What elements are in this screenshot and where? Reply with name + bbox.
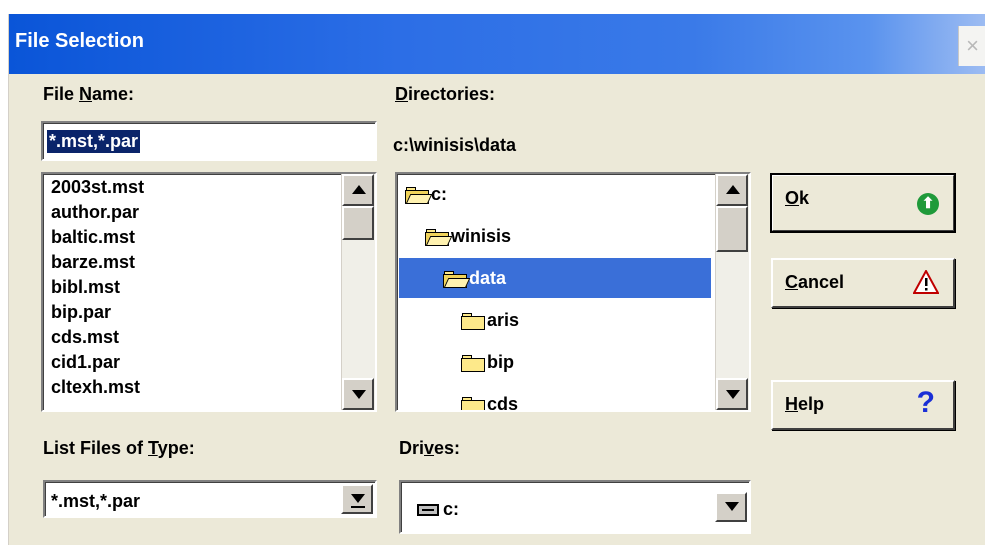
scroll-down-button[interactable] bbox=[342, 378, 374, 410]
directory-item-label: cds bbox=[487, 394, 519, 412]
up-arrow-icon bbox=[726, 185, 740, 194]
folder-closed-icon bbox=[461, 354, 485, 372]
help-mnemonic: H bbox=[785, 394, 798, 414]
directory-list[interactable]: c: winisis data aris bip cds bbox=[395, 172, 751, 412]
cancel-button[interactable]: Cancel bbox=[771, 258, 955, 308]
scroll-thumb[interactable] bbox=[342, 206, 374, 240]
drives-label: Drives: bbox=[399, 438, 460, 459]
folder-open-icon bbox=[443, 270, 471, 288]
file-name-value: *.mst,*.par bbox=[47, 130, 141, 153]
file-name-label-part: ame: bbox=[92, 84, 135, 104]
drive-value-text: c: bbox=[443, 499, 460, 519]
scroll-down-button[interactable] bbox=[716, 378, 748, 410]
window-title: File Selection bbox=[15, 30, 144, 52]
drive-icon bbox=[417, 504, 439, 517]
file-type-select[interactable]: *.mst,*.par bbox=[43, 480, 377, 518]
folder-closed-icon bbox=[461, 396, 485, 410]
folder-open-icon bbox=[425, 228, 453, 246]
ok-mnemonic: O bbox=[785, 188, 800, 208]
directory-item[interactable]: c: bbox=[399, 174, 711, 214]
chevron-down-icon bbox=[351, 494, 365, 503]
drives-label-part: Dri bbox=[399, 438, 425, 458]
drive-value: c: bbox=[417, 499, 459, 520]
directory-item[interactable]: winisis bbox=[399, 216, 711, 256]
drive-select[interactable]: c: bbox=[399, 480, 751, 534]
directory-item-selected[interactable]: data bbox=[399, 258, 711, 298]
file-name-mnemonic: N bbox=[79, 84, 93, 104]
list-item[interactable]: baltic.mst bbox=[51, 228, 135, 246]
ok-label-rest: k bbox=[799, 188, 810, 208]
directory-item-label: winisis bbox=[451, 226, 512, 246]
folder-open-icon bbox=[405, 186, 433, 204]
scroll-thumb[interactable] bbox=[716, 206, 748, 252]
up-arrow-icon bbox=[352, 185, 366, 194]
list-item[interactable]: cds.mst bbox=[51, 328, 119, 346]
drives-label-part: es: bbox=[434, 438, 461, 458]
directories-label: Directories: bbox=[395, 84, 495, 105]
list-item[interactable]: cltexh.mst bbox=[51, 378, 140, 396]
down-arrow-icon bbox=[352, 390, 366, 399]
directories-label-part: irectories: bbox=[408, 84, 496, 104]
directory-item[interactable]: cds bbox=[399, 384, 711, 412]
cancel-mnemonic: C bbox=[785, 272, 798, 292]
help-button-label: Help bbox=[785, 394, 824, 415]
list-item[interactable]: bip.par bbox=[51, 303, 111, 321]
directories-mnemonic: D bbox=[395, 84, 408, 104]
scroll-up-button[interactable] bbox=[716, 174, 748, 206]
chevron-down-icon bbox=[725, 502, 739, 511]
file-list[interactable]: 2003st.mst author.par baltic.mst barze.m… bbox=[41, 172, 377, 412]
list-item[interactable]: barze.mst bbox=[51, 253, 135, 271]
title-bar[interactable]: File Selection × bbox=[9, 14, 985, 74]
warning-icon bbox=[913, 270, 939, 294]
file-list-scrollbar[interactable] bbox=[341, 174, 375, 410]
list-item[interactable]: bibl.mst bbox=[51, 278, 120, 296]
down-arrow-icon bbox=[726, 390, 740, 399]
drives-mnemonic: v bbox=[424, 438, 435, 458]
ok-arrow-icon: ⬆ bbox=[917, 193, 939, 215]
directory-item-label: data bbox=[469, 268, 507, 288]
file-name-label: File Name: bbox=[43, 84, 134, 105]
question-icon: ? bbox=[916, 386, 935, 419]
file-name-input[interactable]: *.mst,*.par bbox=[41, 121, 377, 161]
help-label-rest: elp bbox=[798, 394, 825, 414]
help-button[interactable]: Help ? bbox=[771, 380, 955, 430]
file-selection-dialog: File Selection × File Name: *.mst,*.par … bbox=[8, 14, 985, 545]
drive-dropdown-button[interactable] bbox=[715, 492, 747, 522]
file-type-label-part: ype: bbox=[157, 438, 195, 458]
list-item[interactable]: cid1.par bbox=[51, 353, 120, 371]
file-type-value: *.mst,*.par bbox=[51, 491, 141, 511]
close-icon: × bbox=[966, 33, 979, 58]
list-item[interactable]: 2003st.mst bbox=[51, 178, 144, 196]
file-name-label-part: File bbox=[43, 84, 80, 104]
directory-list-scrollbar[interactable] bbox=[715, 174, 749, 410]
file-type-label-part: List Files of bbox=[43, 438, 149, 458]
scroll-up-button[interactable] bbox=[342, 174, 374, 206]
directory-item-label: aris bbox=[487, 310, 520, 330]
list-item[interactable]: author.par bbox=[51, 203, 139, 221]
file-type-dropdown-button[interactable] bbox=[341, 484, 373, 514]
directory-item-label: c: bbox=[431, 184, 448, 204]
ok-button-label: Ok bbox=[785, 188, 809, 209]
current-directory-path: c:\winisis\data bbox=[393, 135, 517, 155]
cancel-button-label: Cancel bbox=[785, 272, 844, 293]
ok-button[interactable]: Ok ⬆ bbox=[770, 173, 956, 233]
cancel-label-rest: ancel bbox=[798, 272, 845, 292]
folder-closed-icon bbox=[461, 312, 485, 330]
directory-item-label: bip bbox=[487, 352, 514, 372]
file-type-mnemonic: T bbox=[148, 438, 158, 458]
directory-item[interactable]: aris bbox=[399, 300, 711, 340]
close-button[interactable]: × bbox=[958, 26, 985, 66]
file-type-label: List Files of Type: bbox=[43, 438, 195, 459]
directory-item[interactable]: bip bbox=[399, 342, 711, 382]
